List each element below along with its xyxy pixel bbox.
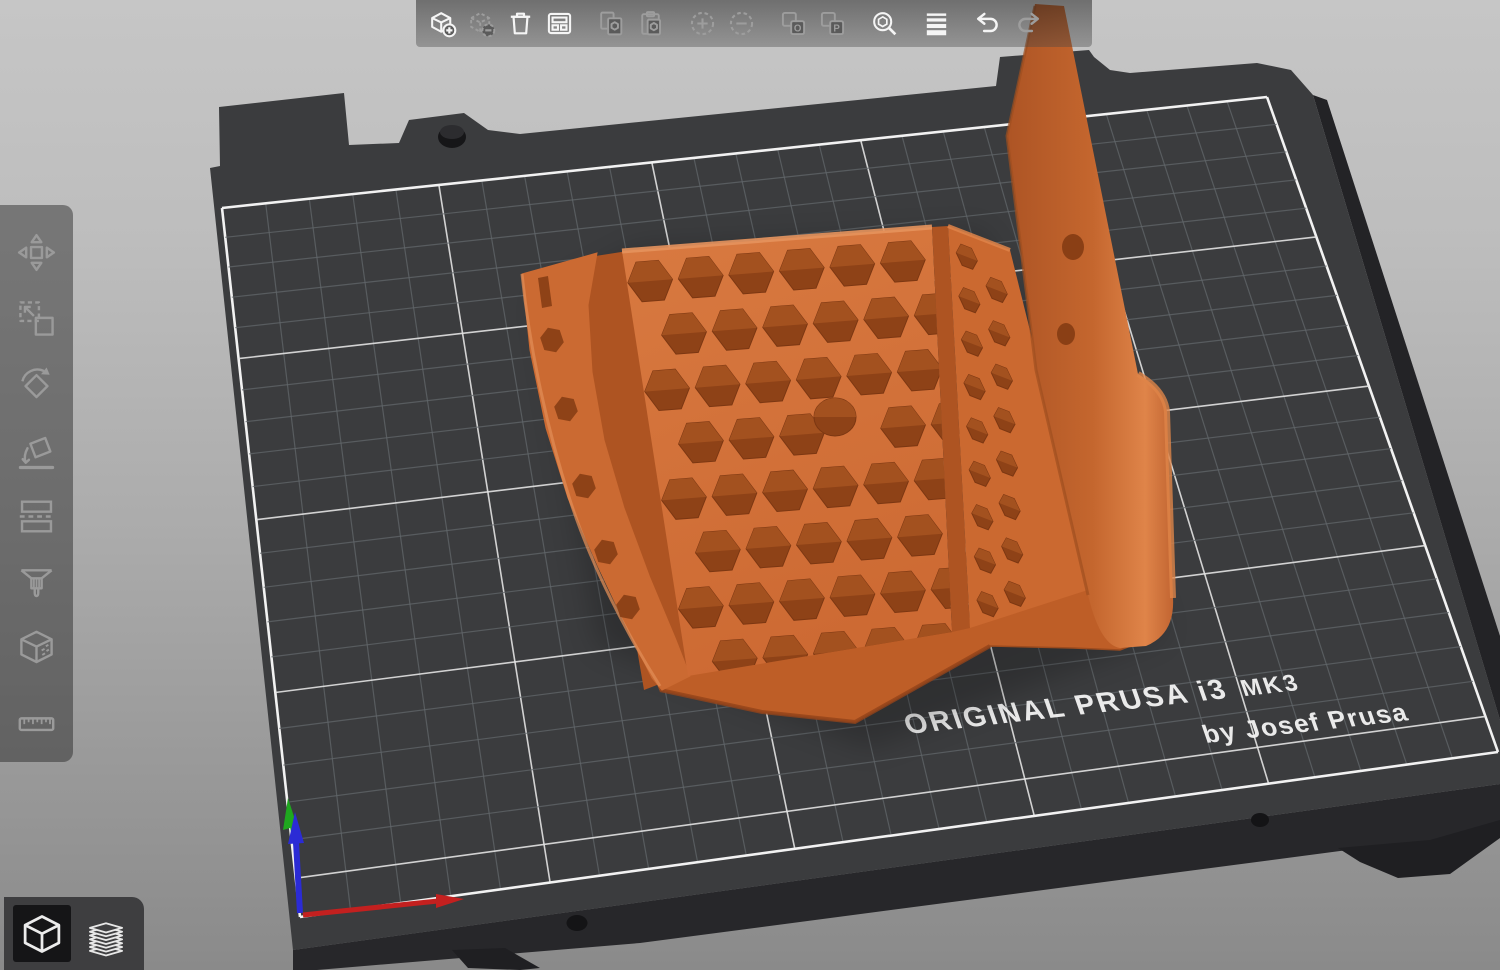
view-mode-toggle [4, 897, 144, 970]
paste-icon [635, 8, 666, 39]
preview-layers-icon [83, 911, 129, 957]
bed-screw-hole [567, 915, 588, 931]
paint-supports-button[interactable] [11, 556, 63, 608]
preview-layers-button[interactable] [78, 905, 136, 962]
top-toolbar: OP [416, 0, 1092, 47]
undo-icon [973, 8, 1004, 39]
split-objects-icon: O [778, 8, 809, 39]
add-instance-button[interactable] [683, 4, 722, 44]
paste-button[interactable] [631, 4, 670, 44]
scale-button[interactable] [11, 293, 63, 345]
arrange-icon [544, 8, 575, 39]
delete-object-icon [466, 8, 497, 39]
remove-instance-icon [726, 8, 757, 39]
seam-button[interactable] [11, 622, 63, 674]
bed-screw-hole [1251, 813, 1269, 827]
move-button[interactable] [11, 227, 63, 279]
split-objects-button[interactable]: O [774, 4, 813, 44]
rotate-icon [14, 362, 59, 407]
search-icon [869, 8, 900, 39]
variable-layer-height-icon [921, 8, 952, 39]
paint-supports-icon [14, 560, 59, 605]
add-instance-icon [687, 8, 718, 39]
redo-button[interactable] [1008, 4, 1047, 44]
place-on-face-icon [14, 428, 59, 473]
mounting-hole [1062, 234, 1084, 260]
measure-button[interactable] [11, 688, 63, 740]
search-button[interactable] [865, 4, 904, 44]
delete-all-button[interactable] [501, 4, 540, 44]
svg-text:P: P [833, 23, 840, 34]
seam-icon [14, 626, 59, 671]
place-on-face-button[interactable] [11, 425, 63, 477]
split-parts-button[interactable]: P [813, 4, 852, 44]
left-toolbar [0, 205, 73, 762]
slicer-3d-view: ORIGINAL PRUSA i3MK3by Josef Prusa OP [0, 0, 1500, 970]
editor-3d-button[interactable] [13, 905, 71, 962]
variable-layer-height-button[interactable] [917, 4, 956, 44]
viewport-3d[interactable]: ORIGINAL PRUSA i3MK3by Josef Prusa [0, 0, 1500, 970]
arrange-button[interactable] [540, 4, 579, 44]
redo-icon [1012, 8, 1043, 39]
move-icon [14, 230, 59, 275]
editor-3d-icon [19, 911, 65, 957]
measure-icon [14, 692, 59, 737]
cut-icon [14, 494, 59, 539]
rotate-button[interactable] [11, 359, 63, 411]
undo-button[interactable] [969, 4, 1008, 44]
add-object-icon [427, 8, 458, 39]
copy-button[interactable] [592, 4, 631, 44]
copy-icon [596, 8, 627, 39]
add-object-button[interactable] [423, 4, 462, 44]
scale-icon [14, 296, 59, 341]
mounting-hole [1057, 323, 1075, 345]
cut-button[interactable] [11, 490, 63, 542]
svg-text:O: O [794, 23, 802, 34]
split-parts-icon: P [817, 8, 848, 39]
delete-all-icon [505, 8, 536, 39]
delete-object-button[interactable] [462, 4, 501, 44]
remove-instance-button[interactable] [722, 4, 761, 44]
